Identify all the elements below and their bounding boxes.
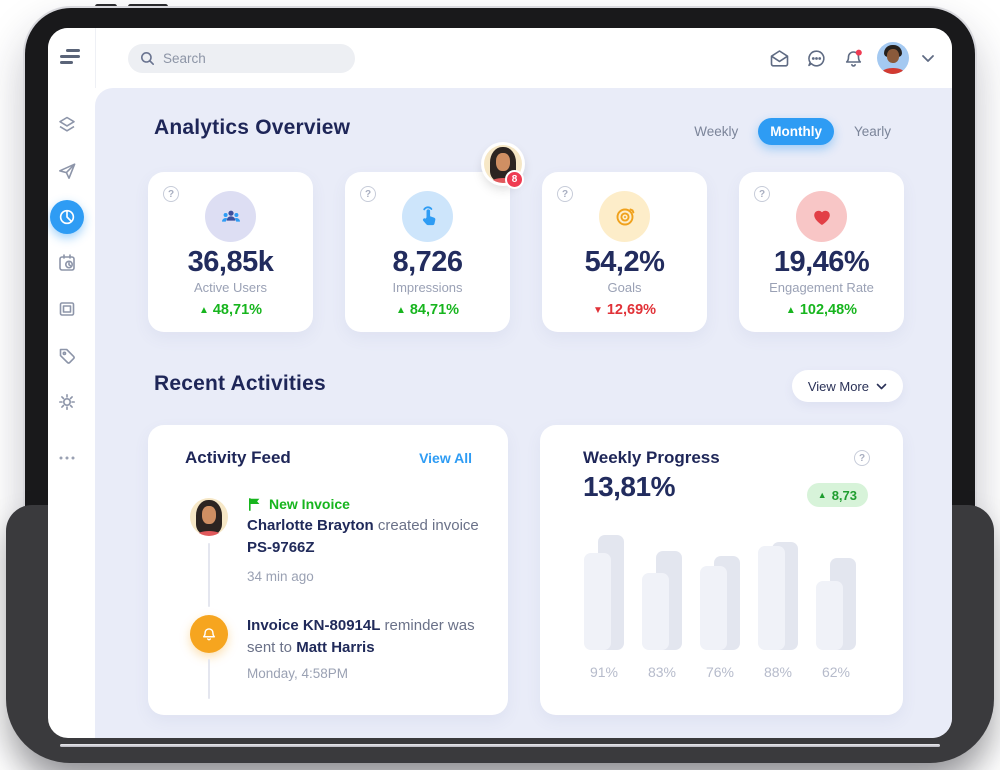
search-input[interactable]: [163, 51, 333, 66]
flag-icon: [247, 497, 261, 512]
search-bar[interactable]: [128, 44, 355, 73]
tab-monthly[interactable]: Monthly: [758, 118, 834, 145]
stat-delta: ▲102,48%: [739, 302, 904, 318]
notifications-bell-icon[interactable]: [840, 45, 866, 71]
account-chevron-down-icon[interactable]: [920, 45, 936, 71]
tab-yearly[interactable]: Yearly: [842, 118, 903, 145]
bar-group: 62%: [816, 535, 856, 680]
trend-up-icon: ▲: [786, 305, 796, 316]
stat-delta: ▼12,69%: [542, 302, 707, 318]
menu-icon[interactable]: [60, 49, 82, 65]
search-icon: [140, 51, 155, 66]
bar-group: 88%: [758, 535, 798, 680]
weekly-progress-card: Weekly Progress ? 13,81% ▲ 8,73 91% 83% 76…: [540, 425, 903, 715]
bar-value-label: 88%: [758, 664, 798, 680]
help-icon[interactable]: ?: [854, 450, 870, 466]
tap-icon: [402, 191, 453, 242]
trend-up-icon: ▲: [199, 305, 209, 316]
bar-value-label: 91%: [584, 664, 624, 680]
stat-cards-row: ? 36,85k Active Users ▲48,71% ?: [148, 172, 904, 332]
activity-avatar: [190, 498, 228, 536]
stat-label: Active Users: [148, 280, 313, 295]
target-icon: [599, 191, 650, 242]
bar-value-label: 76%: [700, 664, 740, 680]
activity-badge: New Invoice: [247, 496, 350, 512]
activity-timestamp: Monday, 4:58PM: [247, 666, 348, 681]
activity-text: Charlotte Brayton created invoice PS-976…: [247, 515, 492, 559]
help-icon[interactable]: ?: [557, 186, 573, 202]
stat-delta: ▲84,71%: [345, 302, 510, 318]
bar-group: 83%: [642, 535, 682, 680]
help-icon[interactable]: ?: [163, 186, 179, 202]
stat-delta: ▲48,71%: [148, 302, 313, 318]
period-tabs: Weekly Monthly Yearly: [682, 118, 903, 145]
sidebar-item-send[interactable]: [56, 160, 78, 182]
stat-value: 54,2%: [542, 246, 707, 279]
card-title: Activity Feed: [185, 448, 291, 468]
weekly-progress-bar-chart: 91% 83% 76% 88% 62%: [584, 535, 856, 680]
sidebar-item-planner[interactable]: [56, 252, 78, 274]
trend-up-icon: ▲: [396, 305, 406, 316]
bar-value-label: 83%: [642, 664, 682, 680]
stat-card-active-users: ? 36,85k Active Users ▲48,71%: [148, 172, 313, 332]
stat-card-engagement: ? 19,46% Engagement Rate ▲102,48%: [739, 172, 904, 332]
stat-value: 8,726: [345, 246, 510, 279]
stat-card-impressions: ? 8,726 Impressions ▲84,71%: [345, 172, 510, 332]
stat-label: Engagement Rate: [739, 280, 904, 295]
tablet-screen: Analytics Overview Weekly Monthly Yearly…: [48, 28, 952, 738]
users-icon: [205, 191, 256, 242]
timeline-connector: [208, 659, 210, 699]
tab-weekly[interactable]: Weekly: [682, 118, 750, 145]
timeline-connector: [208, 543, 210, 607]
chat-icon[interactable]: [803, 45, 829, 71]
activity-feed-card: Activity Feed View All New Invoice Charl…: [148, 425, 508, 715]
sidebar-item-tags[interactable]: [56, 345, 78, 367]
stat-label: Impressions: [345, 280, 510, 295]
sidebar-item-analytics-active[interactable]: [50, 200, 84, 234]
bar-foreground: [700, 566, 727, 650]
bar-foreground: [584, 553, 611, 650]
topbar: [48, 28, 952, 88]
bar-group: 76%: [700, 535, 740, 680]
bar-foreground: [642, 573, 669, 650]
sidebar-item-settings[interactable]: [56, 391, 78, 413]
bar-value-label: 62%: [816, 664, 856, 680]
weekly-progress-delta-badge: ▲ 8,73: [807, 483, 868, 507]
heart-icon: [796, 191, 847, 242]
view-all-link[interactable]: View All: [419, 450, 472, 466]
help-icon[interactable]: ?: [360, 186, 376, 202]
stat-card-goals: ? 54,2% Goals ▼12,69%: [542, 172, 707, 332]
sidebar-item-layers[interactable]: [56, 114, 78, 136]
stat-label: Goals: [542, 280, 707, 295]
section-title-recent-activities: Recent Activities: [154, 372, 326, 396]
trend-up-icon: ▲: [818, 490, 827, 500]
bar-foreground: [758, 546, 785, 650]
notification-count-badge: 8: [505, 170, 524, 189]
sidebar-item-projects[interactable]: [56, 298, 78, 320]
chevron-down-icon: [876, 383, 887, 390]
stat-value: 19,46%: [739, 246, 904, 279]
help-icon[interactable]: ?: [754, 186, 770, 202]
content-area: Analytics Overview Weekly Monthly Yearly…: [95, 88, 952, 738]
mail-icon[interactable]: [766, 45, 792, 71]
page-title: Analytics Overview: [154, 116, 350, 140]
weekly-progress-value: 13,81%: [583, 471, 675, 503]
sidebar-item-more[interactable]: [56, 447, 78, 469]
bar-group: 91%: [584, 535, 624, 680]
stat-value: 36,85k: [148, 246, 313, 279]
card-title: Weekly Progress: [583, 448, 720, 468]
sidebar-divider: [95, 28, 96, 88]
alert-dot: [855, 49, 861, 55]
activity-timestamp: 34 min ago: [247, 569, 314, 584]
avatar-photo: [877, 42, 909, 74]
bar-foreground: [816, 581, 843, 650]
activity-text: Invoice KN-80914L reminder was sent to M…: [247, 615, 502, 659]
trend-down-icon: ▼: [593, 305, 603, 316]
view-more-button[interactable]: View More: [792, 370, 903, 402]
reminder-bell-icon: [190, 615, 228, 653]
user-avatar[interactable]: [877, 42, 909, 74]
tablet-edge-highlight: [60, 744, 940, 747]
